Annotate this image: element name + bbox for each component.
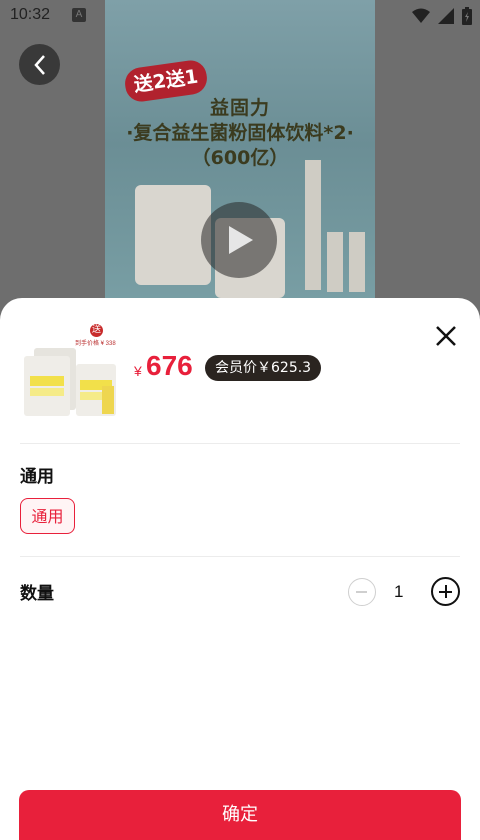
spec-title: 通用 xyxy=(20,467,54,487)
product-brand-text: 益固力 xyxy=(209,97,270,119)
close-icon xyxy=(436,326,456,346)
product-video[interactable]: 送2送1 益固力 ·复合益生菌粉固体饮料*2· （600亿） xyxy=(105,0,375,320)
sku-selection-sheet: 送 到手价格 ¥ 338 ¥ 676 会员价￥625.3 通用 通用 数量 1 … xyxy=(0,298,480,840)
status-icons xyxy=(412,7,472,25)
notification-icon: A xyxy=(72,8,86,22)
status-bar: 10:32 A xyxy=(0,0,480,32)
status-time: 10:32 xyxy=(10,6,51,23)
product-stick xyxy=(349,232,365,292)
signal-icon xyxy=(438,8,454,24)
play-button[interactable] xyxy=(201,202,277,278)
price-currency: ¥ xyxy=(134,363,142,379)
quantity-value: 1 xyxy=(394,582,404,601)
product-image xyxy=(24,348,116,416)
member-price-badge: 会员价￥625.3 xyxy=(205,355,322,381)
quantity-label: 数量 xyxy=(20,584,54,604)
spec-option-chip[interactable]: 通用 xyxy=(20,498,75,534)
product-spec-text: （600亿） xyxy=(191,147,289,169)
confirm-button[interactable]: 确定 xyxy=(19,790,461,840)
close-button[interactable] xyxy=(432,322,460,350)
back-button[interactable] xyxy=(19,44,60,85)
quantity-increase-button[interactable] xyxy=(431,577,460,606)
product-jar xyxy=(135,185,211,285)
product-name-text: ·复合益生菌粉固体饮料*2· xyxy=(126,122,354,144)
divider xyxy=(20,556,460,557)
product-stick xyxy=(327,232,343,292)
quantity-decrease-button[interactable] xyxy=(348,578,376,606)
divider xyxy=(20,443,460,444)
play-icon xyxy=(229,226,253,254)
product-thumbnail: 送 到手价格 ¥ 338 xyxy=(18,324,123,419)
wifi-icon xyxy=(412,8,430,23)
battery-icon xyxy=(462,7,472,25)
back-arrow-icon xyxy=(33,54,45,75)
price: 676 xyxy=(146,350,193,381)
product-stick xyxy=(305,160,321,290)
